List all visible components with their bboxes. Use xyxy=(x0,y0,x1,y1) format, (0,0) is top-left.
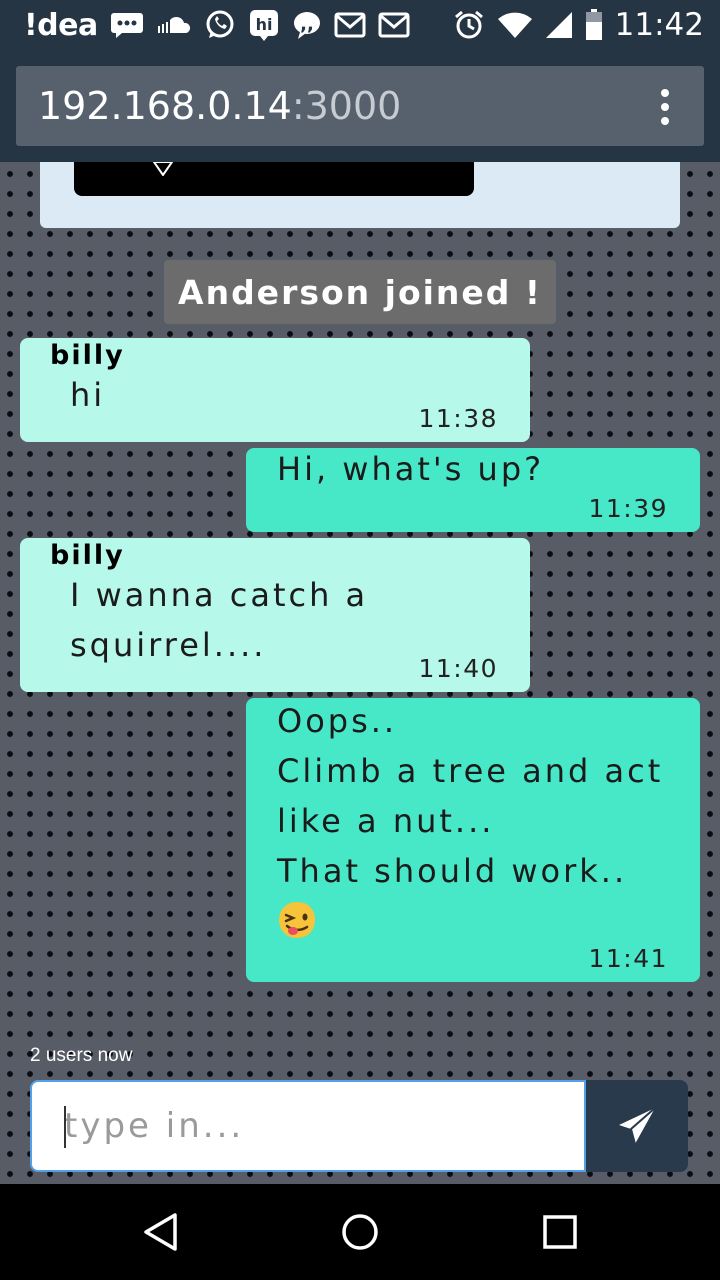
winking-face-tongue-icon xyxy=(279,902,315,938)
overflow-menu-icon[interactable] xyxy=(660,89,670,125)
message-incoming[interactable]: billy hi 11:38 xyxy=(20,338,530,442)
message-outgoing[interactable]: Oops.. Climb a tree and act like a nut..… xyxy=(246,698,700,982)
message-input[interactable] xyxy=(32,1082,584,1170)
image-message[interactable] xyxy=(40,162,680,228)
wifi-icon xyxy=(497,11,533,39)
message-incoming[interactable]: billy I wanna catch a squirrel.... 11:40 xyxy=(20,538,530,692)
alarm-icon xyxy=(453,9,485,41)
message-text: I wanna catch a squirrel.... xyxy=(70,576,369,664)
message-sender: billy xyxy=(50,540,125,571)
battery-icon xyxy=(585,9,603,41)
url-port: :3000 xyxy=(291,84,402,128)
soundcloud-icon xyxy=(156,14,192,36)
message-text: Hi, what's up? xyxy=(277,450,545,488)
send-button[interactable] xyxy=(586,1080,688,1172)
system-message: Anderson joined ! xyxy=(164,260,556,324)
message-time: 11:39 xyxy=(588,494,668,523)
gmail-icon xyxy=(378,12,410,38)
screenshot-thumbnail xyxy=(74,162,474,196)
back-icon xyxy=(152,162,174,176)
url-bar[interactable]: 192.168.0.14:3000 xyxy=(16,66,704,146)
app-name: !dea xyxy=(24,7,98,43)
url-host: 192.168.0.14 xyxy=(38,84,292,128)
back-icon[interactable] xyxy=(142,1212,178,1252)
message-text: Oops.. Climb a tree and act like a nut..… xyxy=(277,702,664,890)
recents-icon[interactable] xyxy=(542,1212,578,1252)
navigation-bar xyxy=(0,1184,720,1280)
message-time: 11:38 xyxy=(418,404,498,433)
hi-app-icon: hi xyxy=(248,8,280,42)
browser-toolbar: 192.168.0.14:3000 xyxy=(0,50,720,162)
svg-text:,,: ,, xyxy=(300,14,314,35)
message-text: hi xyxy=(70,376,106,414)
whatsapp-icon xyxy=(204,9,236,41)
chat-bubble-icon xyxy=(110,11,144,39)
users-count: 2 users now xyxy=(30,1045,133,1066)
message-time: 11:40 xyxy=(418,654,498,683)
message-input-box[interactable] xyxy=(30,1080,586,1172)
home-icon[interactable] xyxy=(340,1212,380,1252)
chat-area[interactable]: Anderson joined ! billy hi 11:38 Hi, wha… xyxy=(0,162,720,1184)
signal-icon xyxy=(545,11,573,39)
svg-text:hi: hi xyxy=(255,15,272,34)
quote-bubble-icon: ,, xyxy=(292,10,322,40)
message-outgoing[interactable]: Hi, what's up? 11:39 xyxy=(246,448,700,532)
gmail-icon xyxy=(334,12,366,38)
message-sender: billy xyxy=(50,340,125,371)
paper-plane-icon xyxy=(619,1107,656,1145)
text-caret xyxy=(64,1106,66,1148)
message-time: 11:41 xyxy=(588,944,668,973)
status-bar: !dea hi ,, 11:42 xyxy=(0,0,720,50)
clock: 11:42 xyxy=(614,7,704,43)
